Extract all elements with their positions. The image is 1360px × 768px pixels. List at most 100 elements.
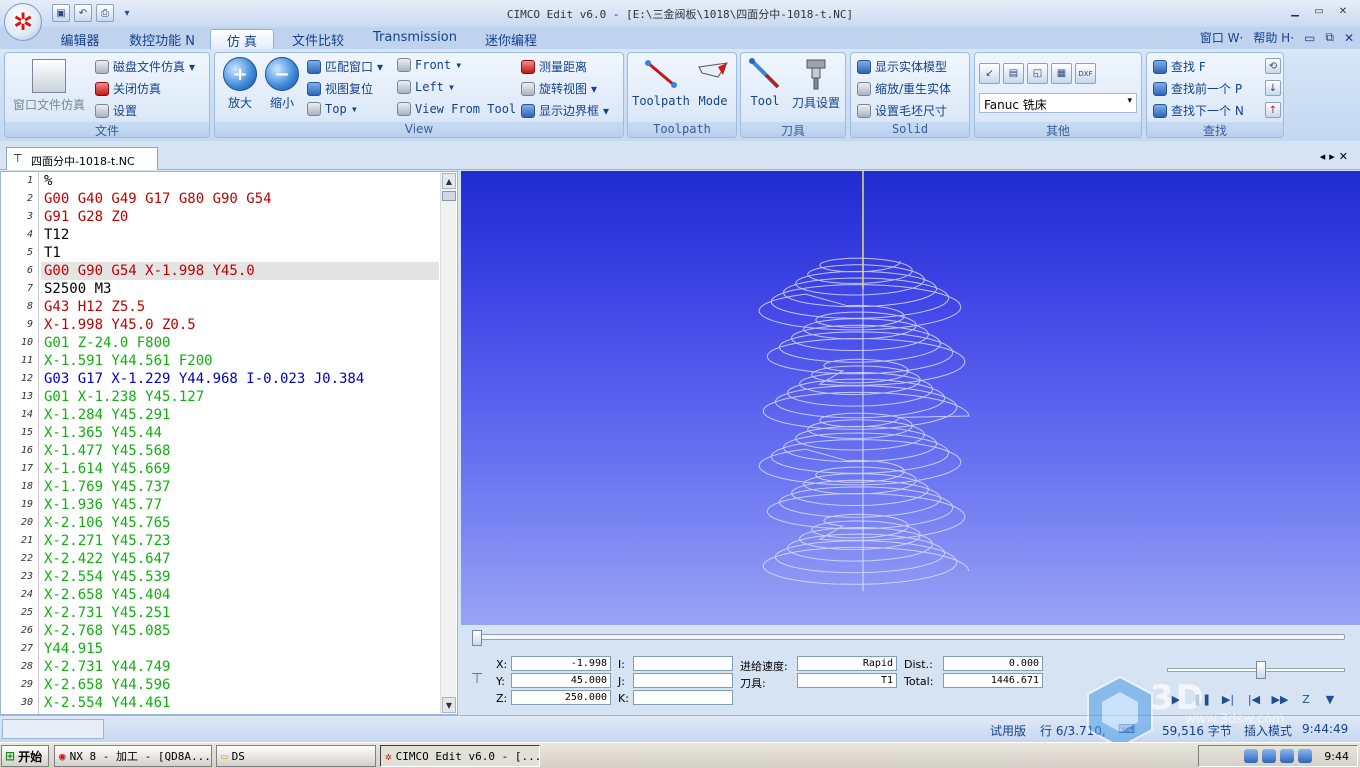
tab-file-compare[interactable]: 文件比较 — [282, 29, 354, 49]
code-line[interactable]: S2500 M3 — [41, 280, 439, 298]
code-line[interactable]: X-2.731 Y45.251 — [41, 604, 439, 622]
scroll-thumb[interactable] — [442, 191, 456, 201]
i-field[interactable] — [633, 656, 733, 671]
code-line[interactable]: G01 X-1.238 Y45.127 — [41, 388, 439, 406]
goto-icon[interactable]: ↓ — [1265, 80, 1281, 96]
tool-field[interactable]: T1 — [797, 673, 897, 688]
dist-field[interactable]: 0.000 — [943, 656, 1043, 671]
replace-icon[interactable]: ⟲ — [1265, 58, 1281, 74]
code-line[interactable]: X-1.769 Y45.737 — [41, 478, 439, 496]
find-next-button[interactable]: 查找下一个 N — [1153, 102, 1244, 119]
filter-icon[interactable]: ▼ — [1321, 691, 1339, 707]
tab-transmission[interactable]: Transmission — [364, 29, 466, 49]
rotate-view-button[interactable]: 旋转视图 ▾ — [521, 80, 597, 97]
tab-mini-programming[interactable]: 迷你编程 — [476, 29, 546, 49]
task-cimco[interactable]: ✲ CIMCO Edit v6.0 - [... — [380, 745, 540, 767]
task-nx[interactable]: ◉ NX 8 - 加工 - [QD8A... — [54, 745, 212, 767]
editor-scrollbar[interactable]: ▲ ▼ — [440, 173, 456, 713]
code-line[interactable]: X-2.658 Y44.596 — [41, 676, 439, 694]
code-line[interactable]: % — [41, 172, 439, 190]
menu-window[interactable]: 窗口 W· — [1200, 29, 1244, 46]
close-doc-icon[interactable]: ✕ — [1344, 31, 1354, 45]
code-line[interactable]: Y44.915 — [41, 640, 439, 658]
code-line[interactable]: G91 G28 Z0 — [41, 208, 439, 226]
left-view-button[interactable]: Left ▾ — [397, 80, 455, 94]
close-sim-button[interactable]: 关闭仿真 — [95, 80, 161, 97]
show-solid-model-button[interactable]: 显示实体模型 — [857, 58, 947, 75]
progress-thumb[interactable] — [472, 630, 482, 646]
code-line[interactable]: X-1.936 Y45.77 — [41, 496, 439, 514]
zoom-regen-button[interactable]: 缩放/重生实体 — [857, 80, 951, 97]
stock-view-icon[interactable]: ▤ — [1003, 63, 1024, 84]
total-field[interactable]: 1446.671 — [943, 673, 1043, 688]
j-field[interactable] — [633, 673, 733, 688]
k-field[interactable] — [633, 690, 733, 705]
maximize-icon[interactable]: ▭ — [1308, 3, 1330, 19]
simulation-3d-view[interactable] — [461, 171, 1360, 625]
code-line[interactable]: X-1.477 Y45.568 — [41, 442, 439, 460]
y-field[interactable]: 45.000 — [511, 673, 611, 688]
find-button[interactable]: 查找 F — [1153, 58, 1206, 75]
z-field[interactable]: 250.000 — [511, 690, 611, 705]
code-line[interactable]: X-1.284 Y45.291 — [41, 406, 439, 424]
menu-help[interactable]: 帮助 H· — [1253, 29, 1294, 46]
scroll-down-icon[interactable]: ▼ — [442, 697, 456, 713]
feed-field[interactable]: Rapid — [797, 656, 897, 671]
front-view-button[interactable]: Front ▾ — [397, 58, 462, 72]
zoom-in-button[interactable]: + 放大 — [219, 57, 261, 111]
view-from-tool-button[interactable]: View From Tool — [397, 102, 516, 116]
settings-button[interactable]: 设置 — [95, 102, 137, 119]
grid-icon[interactable]: ▦ — [1051, 63, 1072, 84]
code-line[interactable]: G00 G40 G49 G17 G80 G90 G54 — [41, 190, 439, 208]
minimize-icon[interactable]: ▁ — [1284, 3, 1306, 19]
ribbon-minimize-icon[interactable]: ▭ — [1304, 31, 1315, 45]
code-line[interactable]: X-2.731 Y44.749 — [41, 658, 439, 676]
top-view-button[interactable]: Top ▾ — [307, 102, 358, 116]
tab-nc-functions[interactable]: 数控功能 N — [120, 29, 204, 49]
mode-button[interactable]: Mode — [692, 57, 734, 108]
code-line[interactable]: X-2.271 Y45.723 — [41, 532, 439, 550]
find-prev-button[interactable]: 查找前一个 P — [1153, 80, 1242, 97]
fit-window-button[interactable]: 匹配窗口 ▾ — [307, 58, 383, 75]
dxf-icon[interactable]: DXF — [1075, 63, 1096, 84]
show-bounding-box-button[interactable]: 显示边界框 ▾ — [521, 102, 609, 119]
task-ds[interactable]: ▭ DS — [216, 745, 376, 767]
volume-icon[interactable] — [1262, 749, 1277, 763]
step-back-icon[interactable]: |◀ — [1245, 691, 1263, 707]
network-icon[interactable] — [1244, 749, 1259, 763]
zoom-step-icon[interactable]: Z — [1297, 691, 1315, 707]
code-line[interactable]: X-1.365 Y45.44 — [41, 424, 439, 442]
code-line[interactable]: X-2.554 Y45.539 — [41, 568, 439, 586]
close-icon[interactable]: ✕ — [1332, 3, 1354, 19]
measure-distance-button[interactable]: 测量距离 — [521, 58, 587, 75]
zoom-out-button[interactable]: − 缩小 — [261, 57, 303, 111]
code-line[interactable]: T1 — [41, 244, 439, 262]
code-line[interactable]: X-1.998 Y45.0 Z0.5 — [41, 316, 439, 334]
code-line[interactable]: X-2.658 Y45.404 — [41, 586, 439, 604]
code-line[interactable]: X-1.614 Y45.669 — [41, 460, 439, 478]
restore-icon[interactable]: ⧉ — [1325, 30, 1334, 45]
stock-size-button[interactable]: 设置毛坯尺寸 — [857, 102, 947, 119]
machine-select[interactable]: Fanuc 铣床 ▾ — [979, 93, 1137, 113]
security-icon[interactable] — [1280, 749, 1295, 763]
tool-button[interactable]: Tool — [743, 57, 787, 108]
start-button[interactable]: ⊞ 开始 — [1, 745, 49, 767]
close-tab-icon[interactable]: ✕ — [1339, 150, 1352, 163]
scroll-up-icon[interactable]: ▲ — [442, 173, 456, 189]
code-line[interactable]: X-2.554 Y44.461 — [41, 694, 439, 712]
fast-forward-icon[interactable]: ▶▶ — [1271, 691, 1289, 707]
code-line[interactable]: X-2.106 Y45.765 — [41, 514, 439, 532]
code-line[interactable]: X-2.422 Y45.647 — [41, 550, 439, 568]
code-lines[interactable]: % G00 G40 G49 G17 G80 G90 G54 G91 G28 Z0 T1… — [41, 172, 439, 712]
prev-tab-icon[interactable]: ◂ — [1320, 150, 1330, 163]
app-logo-button[interactable]: ✲ — [4, 3, 42, 41]
axis-icon[interactable]: ↙ — [979, 63, 1000, 84]
reset-view-button[interactable]: 视图复位 — [307, 80, 373, 97]
disk-file-sim-button[interactable]: 磁盘文件仿真 ▾ — [95, 58, 195, 75]
code-line[interactable]: T12 — [41, 226, 439, 244]
code-line[interactable]: G03 G17 X-1.229 Y44.968 I-0.023 J0.384 — [41, 370, 439, 388]
jump-icon[interactable]: ↑ — [1265, 102, 1281, 118]
speed-slider[interactable] — [1167, 661, 1345, 679]
doc-tab[interactable]: ⊤ 四面分中-1018-t.NC — [6, 147, 158, 170]
plane-icon[interactable]: ◱ — [1027, 63, 1048, 84]
